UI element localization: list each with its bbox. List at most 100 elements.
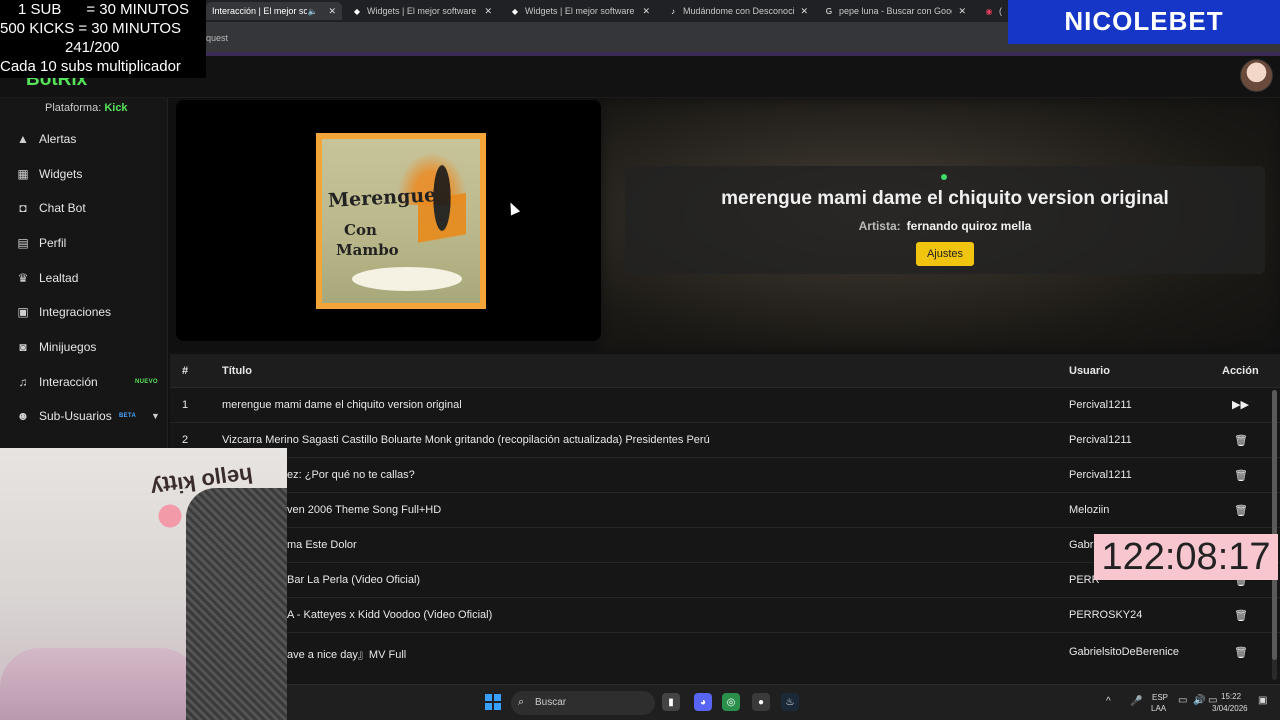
sidebar-item-label: Widgets [39, 167, 83, 181]
table-row: 1 merengue mami dame el chiquito version… [170, 388, 1280, 423]
sidebar-item-minijuegos[interactable]: ◙ Minijuegos [0, 330, 168, 364]
sidebar-item-lealtad[interactable]: ♛ Lealtad [0, 261, 168, 295]
album-art-image: Merengue Con Mambo [322, 139, 480, 303]
scrollbar-thumb[interactable] [1272, 390, 1277, 660]
trash-icon[interactable]: 🗑 [1234, 609, 1248, 622]
webcam-decoration [150, 496, 190, 536]
close-tab-icon[interactable]: ✕ [642, 6, 650, 17]
users-icon: ☻ [16, 409, 30, 423]
system-tray: ^ 🎤 ESP LAA ▭ 🔊 ▭ 15:22 3/04/2026 ▣ [1100, 685, 1280, 720]
sidebar-item-label: Sub-Usuarios [39, 409, 112, 423]
row-user: Gabri [1069, 539, 1096, 551]
now-playing-section: Merengue Con Mambo merengue mami dame el… [168, 98, 1280, 352]
album-art-text: Con [344, 221, 377, 239]
column-header-action: Acción [1222, 365, 1259, 377]
webcam-blanket [0, 648, 200, 720]
tab-title: Widgets | El mejor software pa [367, 6, 479, 16]
sidebar-item-integraciones[interactable]: ▣ Integraciones [0, 295, 168, 329]
row-title: ma Este Dolor [287, 539, 357, 551]
clock-time[interactable]: 15:22 [1221, 692, 1241, 701]
trash-icon[interactable]: 🗑 [1234, 434, 1248, 447]
table-row: ven 2006 Theme Song Full+HD Meloziin 🗑 [170, 493, 1280, 528]
browser-tab-active[interactable]: Interacción | El mejor softw 🔈 ✕ [206, 2, 342, 20]
warning-icon: ▲ [17, 132, 29, 146]
tab-title: Widgets | El mejor software pa [525, 6, 637, 16]
tab-title: (8 [999, 6, 1002, 16]
sidebar-item-interaccion[interactable]: ♫ Interacción NUEVO [0, 365, 168, 399]
search-placeholder: Buscar [535, 697, 567, 708]
close-tab-icon[interactable]: ✕ [958, 6, 966, 17]
browser-tab[interactable]: ◆ Widgets | El mejor software pa ✕ [504, 2, 656, 20]
clock-date[interactable]: 3/04/2026 [1212, 704, 1248, 713]
close-tab-icon[interactable]: ✕ [800, 6, 808, 17]
brand-text: NICOLEBET [1064, 6, 1224, 36]
sidebar-item-perfil[interactable]: ▤ Perfil [0, 226, 168, 260]
song-info-card: merengue mami dame el chiquito version o… [625, 166, 1265, 274]
overlay-line: 500 KICKS = 30 MINUTOS [0, 20, 182, 37]
row-title: A - Katteyes x Kidd Voodoo (Video Oficia… [287, 609, 493, 621]
table-row: A - Katteyes x Kidd Voodoo (Video Oficia… [170, 598, 1280, 633]
speaker-icon[interactable]: 🔈 [307, 6, 317, 16]
notification-icon[interactable]: ▣ [1258, 695, 1267, 706]
browser-tab[interactable]: G pepe luna - Buscar con Google ✕ [818, 2, 972, 20]
settings-button[interactable]: Ajustes [916, 242, 974, 266]
row-title: merengue mami dame el chiquito version o… [222, 399, 462, 411]
task-view-icon[interactable]: ▮ [662, 693, 680, 711]
browser-tab[interactable]: ◉ (8 [978, 2, 1008, 20]
sidebar-item-widgets[interactable]: ▦ Widgets [0, 157, 168, 191]
row-title: Bar La Perla (Video Oficial) [287, 574, 421, 586]
album-art: Merengue Con Mambo [316, 133, 486, 309]
row-user: Meloziin [1069, 504, 1110, 516]
table-row: ez: ¿Por qué no te callas? Percival1211 … [170, 458, 1280, 493]
browser-tab[interactable]: ◆ Widgets | El mejor software pa ✕ [346, 2, 498, 20]
webcam-feed: ʎʇʇᴉʞ ollǝɥ [0, 448, 287, 720]
taskbar-search[interactable]: ⌕ Buscar [511, 691, 655, 715]
sidebar-item-label: Lealtad [39, 271, 79, 285]
windows-start-icon[interactable] [485, 694, 501, 710]
network-icon[interactable]: ▭ [1178, 695, 1187, 706]
chevron-up-icon[interactable]: ^ [1106, 696, 1111, 707]
trash-icon[interactable]: 🗑 [1234, 646, 1248, 659]
sidebar-item-label: Chat Bot [39, 201, 86, 215]
browser-tab[interactable]: ♪ Mudándome con Desconocido ✕ [662, 2, 814, 20]
microphone-icon[interactable]: 🎤 [1130, 696, 1142, 707]
obs-icon[interactable]: ● [752, 693, 770, 711]
discord-icon[interactable]: ◕ [694, 693, 712, 711]
google-icon: G [825, 6, 833, 16]
song-title: merengue mami dame el chiquito version o… [721, 188, 1169, 209]
sidebar-item-sub-usuarios[interactable]: ☻ Sub-Usuarios BETA ▼ [0, 399, 168, 433]
language-indicator[interactable]: ESP [1152, 693, 1168, 702]
close-tab-icon[interactable]: ✕ [484, 6, 492, 17]
brand-banner: NICOLEBET [1008, 0, 1280, 44]
plug-icon: ▣ [17, 305, 29, 319]
volume-icon[interactable]: 🔊 [1193, 695, 1205, 706]
chrome-icon[interactable]: ◎ [722, 693, 740, 711]
row-title: Vizcarra Merino Sagasti Castillo Boluart… [222, 434, 710, 446]
sidebar-item-alertas[interactable]: ▲ Alertas [0, 122, 168, 156]
close-tab-icon[interactable]: ✕ [328, 6, 336, 17]
keyboard-layout[interactable]: LAA [1151, 704, 1166, 713]
trophy-icon: ♛ [17, 271, 29, 285]
avatar[interactable] [1240, 59, 1273, 92]
sidebar-item-label: Interacción [39, 375, 98, 389]
trash-icon[interactable]: 🗑 [1234, 469, 1248, 482]
row-title: ez: ¿Por qué no te callas? [287, 469, 415, 481]
trash-icon[interactable]: 🗑 [1234, 504, 1248, 517]
chevron-down-icon[interactable]: ▼ [151, 411, 160, 421]
overlay-line: Cada 10 subs multiplicador [0, 58, 181, 75]
search-icon: ⌕ [518, 696, 525, 708]
artist-label: Artista: [858, 219, 901, 233]
music-icon: ♫ [18, 375, 28, 389]
tab-title: Mudándome con Desconocido [683, 6, 795, 16]
cover-panel: Merengue Con Mambo [176, 100, 601, 341]
column-header-user: Usuario [1069, 365, 1110, 377]
overlay-line: 241/200 [65, 39, 120, 56]
album-art-dancers [418, 159, 466, 289]
tiktok-icon: ♪ [671, 6, 675, 16]
row-user: Percival1211 [1069, 399, 1132, 411]
sidebar-item-chat-bot[interactable]: ◘ Chat Bot [0, 191, 168, 225]
steam-icon[interactable]: ♨ [781, 693, 799, 711]
skip-icon[interactable]: ▶▶ [1232, 398, 1249, 411]
overlay-line: 1 SUB = 30 MINUTOS [18, 1, 190, 18]
status-dot [941, 174, 947, 180]
